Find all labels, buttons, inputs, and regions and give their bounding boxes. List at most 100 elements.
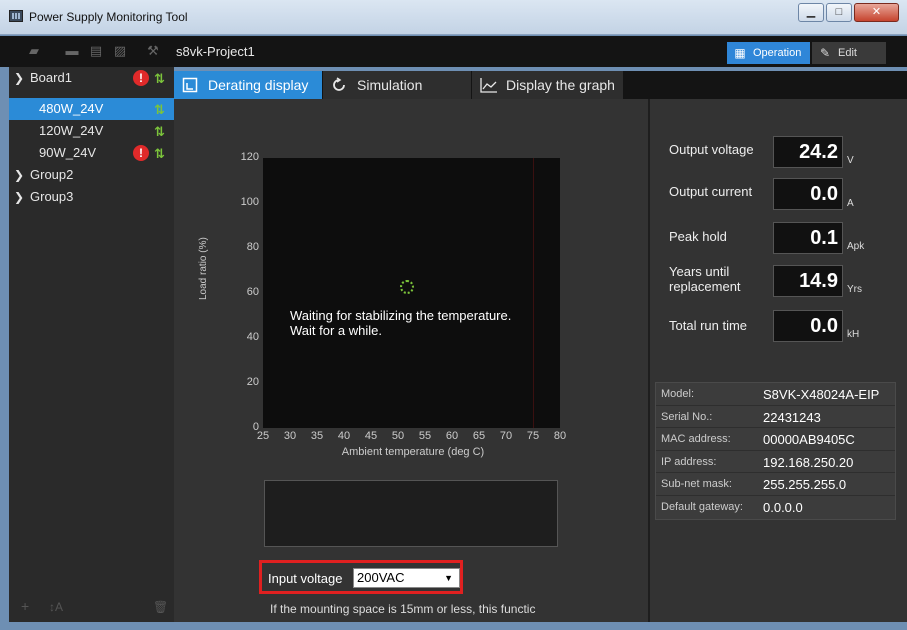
- output-voltage-unit: V: [847, 155, 854, 166]
- add-device-icon[interactable]: ▰: [27, 44, 41, 58]
- peak-hold-value: 0.1: [773, 222, 843, 254]
- add-icon[interactable]: +: [21, 598, 29, 614]
- message-box: [264, 480, 558, 547]
- chevron-right-icon[interactable]: ❯: [14, 164, 24, 186]
- y-tick-label: 100: [240, 196, 259, 208]
- line-graph-icon: [480, 77, 497, 93]
- output-current-unit: A: [847, 198, 854, 209]
- maximize-icon: □: [835, 6, 843, 18]
- folder-icon[interactable]: ▬: [65, 44, 79, 58]
- sort-icon[interactable]: ↕A: [49, 600, 63, 614]
- input-voltage-control: Input voltage 200VAC ▼: [259, 560, 463, 594]
- minimize-button[interactable]: ▁: [798, 3, 824, 22]
- edit-list-icon[interactable]: ▨: [113, 44, 127, 58]
- operation-label: Operation: [753, 47, 802, 59]
- info-key: Serial No.:: [661, 410, 713, 423]
- tree-item-group2[interactable]: ❯ Group2: [9, 164, 174, 186]
- x-tick-label: 25: [256, 430, 270, 442]
- info-key: IP address:: [661, 455, 717, 468]
- years-until-replacement-unit: Yrs: [847, 284, 862, 295]
- sync-arrows-icon: ⇅: [154, 124, 165, 139]
- tree-item-board1[interactable]: ❯ Board1 ! ⇅: [9, 67, 174, 89]
- info-key: Sub-net mask:: [661, 478, 732, 491]
- minimize-icon: ▁: [806, 6, 816, 18]
- save-icon[interactable]: ▤: [89, 44, 103, 58]
- alert-icon: !: [133, 145, 149, 161]
- peak-hold-label: Peak hold: [669, 229, 727, 244]
- x-tick-label: 35: [310, 430, 324, 442]
- info-row-model: Model: S8VK-X48024A-EIP: [656, 383, 895, 406]
- wrench-icon[interactable]: ⚒: [146, 44, 160, 58]
- output-current-value: 0.0: [773, 178, 843, 210]
- threshold-line: [533, 158, 534, 428]
- loading-spinner-icon: [400, 280, 414, 294]
- info-key: MAC address:: [661, 433, 731, 446]
- tree-item-label: Group2: [30, 167, 74, 182]
- y-axis-label: Load ratio (%): [198, 237, 209, 300]
- years-until-replacement-value: 14.9: [773, 265, 843, 297]
- tree-item-label: Group3: [30, 189, 74, 204]
- info-row-gateway: Default gateway: 0.0.0.0: [656, 496, 895, 519]
- input-voltage-value: 200VAC: [357, 570, 405, 585]
- info-value: 255.255.255.0: [763, 477, 847, 493]
- pencil-icon: ✎: [819, 45, 831, 60]
- toolbar: ▰ ▬ ▤ ▨ ⚒ s8vk-Project1 ▦ Operation ✎ Ed…: [0, 36, 907, 67]
- info-row-ip: IP address: 192.168.250.20: [656, 451, 895, 474]
- operation-mode-button[interactable]: ▦ Operation: [727, 42, 810, 64]
- sync-arrows-icon: ⇅: [154, 146, 165, 161]
- info-value: 00000AB9405C: [763, 432, 855, 448]
- tab-derating-display[interactable]: Derating display: [174, 71, 322, 99]
- app-window: Power Supply Monitoring Tool ▁ □ ✕ ▰ ▬ ▤…: [0, 0, 907, 630]
- tree-item-label: Board1: [30, 70, 72, 85]
- trash-icon[interactable]: 🗑: [153, 600, 168, 614]
- tree-item-group3[interactable]: ❯ Group3: [9, 186, 174, 208]
- tab-bar: Derating display Simulation Display the …: [174, 71, 907, 99]
- app-icon: [9, 10, 23, 22]
- tree-item-480w-24v[interactable]: 480W_24V ⇅: [9, 98, 174, 120]
- x-tick-label: 70: [499, 430, 513, 442]
- y-tick-label: 20: [246, 376, 259, 388]
- x-tick-label: 75: [526, 430, 540, 442]
- maximize-button[interactable]: □: [826, 3, 852, 22]
- project-name: s8vk-Project1: [176, 44, 255, 59]
- x-tick-label: 65: [472, 430, 486, 442]
- tree-item-120w-24v[interactable]: 120W_24V ⇅: [9, 120, 174, 142]
- mounting-footnote: If the mounting space is 15mm or less, t…: [270, 602, 536, 616]
- derating-icon: [182, 77, 198, 93]
- tree-item-label: 480W_24V: [39, 101, 104, 116]
- total-run-time-value: 0.0: [773, 310, 843, 342]
- info-row-mac: MAC address: 00000AB9405C: [656, 428, 895, 451]
- sidebar-footer: + ↕A 🗑: [9, 592, 174, 622]
- info-key: Default gateway:: [661, 500, 743, 513]
- window-controls: ▁ □ ✕: [796, 3, 899, 23]
- input-voltage-select[interactable]: 200VAC ▼: [353, 568, 460, 588]
- x-tick-label: 50: [391, 430, 405, 442]
- tab-simulation[interactable]: Simulation: [323, 71, 471, 99]
- chevron-right-icon[interactable]: ❯: [14, 186, 24, 208]
- waiting-message: Waiting for stabilizing the temperature.…: [290, 308, 512, 338]
- x-tick-label: 45: [364, 430, 378, 442]
- close-button[interactable]: ✕: [854, 3, 899, 22]
- info-row-subnet: Sub-net mask: 255.255.255.0: [656, 473, 895, 496]
- info-value: 22431243: [763, 409, 821, 425]
- window-title: Power Supply Monitoring Tool: [29, 10, 188, 24]
- output-current-label: Output current: [669, 184, 753, 199]
- info-value: S8VK-X48024A-EIP: [763, 387, 880, 402]
- total-run-time-unit: kH: [847, 329, 860, 340]
- x-tick-label: 30: [283, 430, 297, 442]
- device-tree-sidebar: ❯ Board1 ! ⇅ 480W_24V ⇅ 120W_24V ⇅ 90W_2…: [9, 67, 174, 622]
- x-axis-label: Ambient temperature (deg C): [341, 446, 485, 458]
- tab-label: Simulation: [357, 77, 423, 93]
- derating-chart-plot: [263, 158, 560, 428]
- tree-item-90w-24v[interactable]: 90W_24V ! ⇅: [9, 142, 174, 164]
- operation-icon: ▦: [734, 45, 746, 60]
- edit-mode-button[interactable]: ✎ Edit: [812, 42, 886, 64]
- device-info-table: Model: S8VK-X48024A-EIP Serial No.: 2243…: [655, 382, 896, 520]
- info-value: 192.168.250.20: [763, 454, 854, 470]
- tab-display-the-graph[interactable]: Display the graph: [472, 71, 623, 99]
- peak-hold-unit: Apk: [847, 241, 865, 252]
- chevron-down-icon[interactable]: ❯: [14, 67, 24, 89]
- input-voltage-label: Input voltage: [268, 571, 343, 586]
- info-row-serial: Serial No.: 22431243: [656, 406, 895, 429]
- dropdown-arrow-icon: ▼: [444, 573, 453, 583]
